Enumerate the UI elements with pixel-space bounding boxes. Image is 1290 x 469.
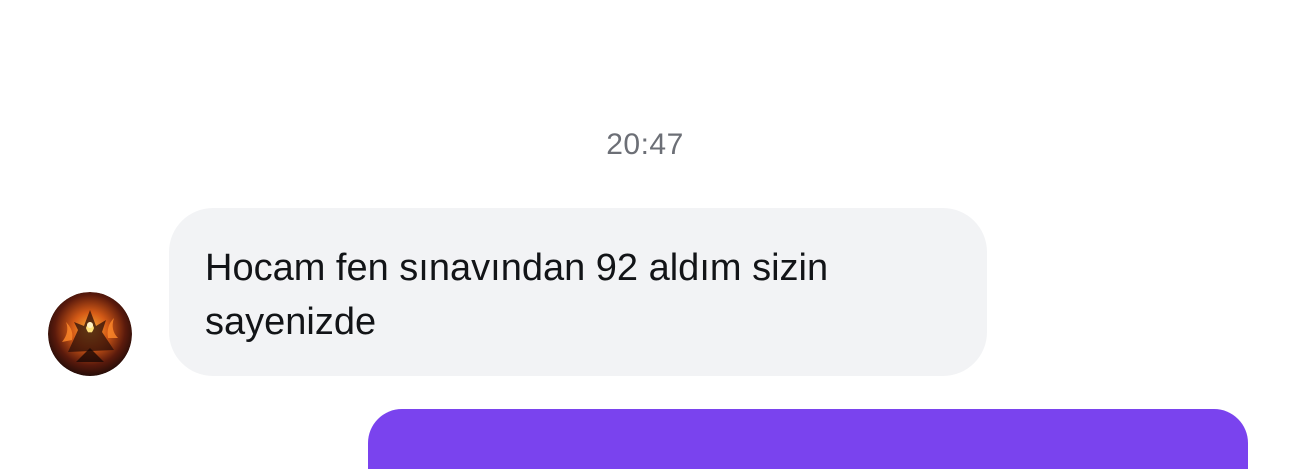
contact-avatar-icon [48, 292, 132, 376]
outgoing-message-bubble[interactable] [368, 409, 1248, 469]
contact-avatar[interactable] [48, 292, 132, 376]
incoming-message-bubble[interactable]: Hocam fen sınavından 92 aldım sizin saye… [169, 208, 987, 376]
incoming-message-text: Hocam fen sınavından 92 aldım sizin saye… [205, 247, 829, 343]
message-timestamp: 20:47 [606, 128, 684, 161]
